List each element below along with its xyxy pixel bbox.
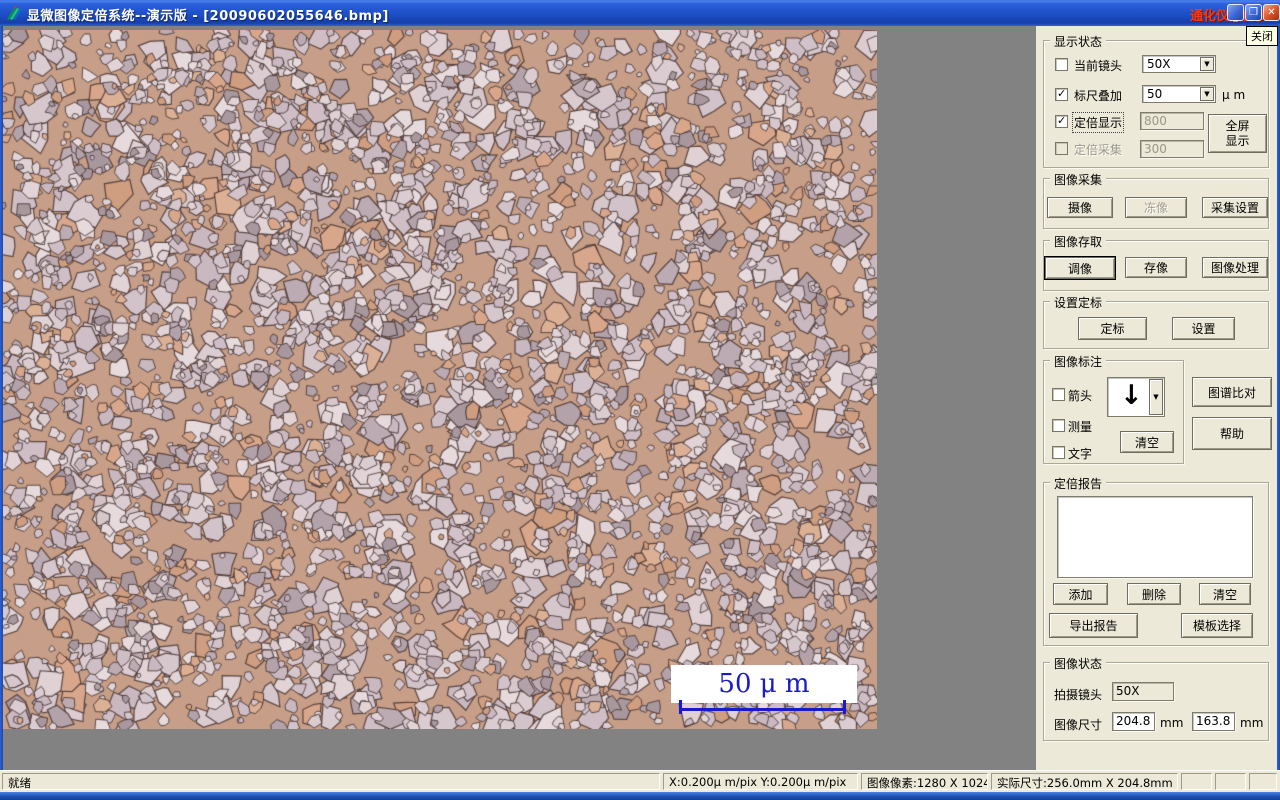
template-select-button[interactable]: 模板选择 (1181, 613, 1253, 638)
status-empty-1 (1181, 773, 1212, 790)
calib-settings-button[interactable]: 设置 (1172, 317, 1235, 340)
group-calibration: 设置 定标 (1043, 294, 1269, 349)
capture-settings-button[interactable]: 采集设置 (1202, 197, 1268, 218)
label-fixed-display: 定倍显示 (1071, 112, 1125, 133)
checkbox-text[interactable] (1052, 446, 1065, 459)
label-mm-1: mm (1160, 716, 1184, 730)
minimize-button[interactable]: _ (1227, 4, 1244, 21)
label-capture-lens: 拍摄镜头 (1054, 688, 1103, 702)
check-icon: ✓ (1057, 114, 1067, 127)
atlas-compare-button[interactable]: 图谱比对 (1192, 377, 1272, 407)
input-image-width: 204.8 (1112, 712, 1155, 731)
label-fixed-capture: 定倍采集 (1074, 143, 1123, 157)
input-image-height: 163.8 (1192, 712, 1235, 731)
status-bar: 就绪 X:0.200μ m/pix Y:0.200μ m/pix 图像像素:12… (0, 770, 1280, 792)
status-ready: 就绪 (2, 773, 660, 790)
report-clear-button[interactable]: 清空 (1199, 583, 1251, 605)
freeze-button: 冻像 (1125, 197, 1187, 218)
camera-button[interactable]: 摄像 (1047, 197, 1113, 218)
status-empty-2 (1215, 773, 1246, 790)
restore-button[interactable]: ❐ (1245, 4, 1262, 21)
dropdown-icon[interactable]: ▼ (1200, 87, 1214, 101)
checkbox-arrow[interactable] (1052, 388, 1065, 401)
label-text: 文字 (1068, 447, 1093, 461)
calibrate-button[interactable]: 定标 (1078, 317, 1147, 340)
scale-bar-tick-left (679, 700, 682, 714)
fullscreen-button[interactable]: 全屏 显示 (1208, 114, 1267, 153)
group-title: 图像采集 (1050, 171, 1107, 188)
group-title: 图像状态 (1050, 655, 1107, 672)
minimize-icon: _ (1233, 10, 1238, 22)
fullscreen-line2: 显示 (1225, 133, 1250, 148)
title-bar: 显微图像定倍系统--演示版 - [20090602055646.bmp] 通化仪… (0, 0, 1280, 26)
checkbox-scale-overlay[interactable]: ✓ (1055, 87, 1068, 101)
group-title: 设置定标 (1050, 294, 1107, 311)
window-border-bottom (0, 792, 1280, 800)
input-capture-lens: 50X (1112, 682, 1174, 701)
close-icon: ✕ (1267, 7, 1276, 18)
checkbox-measure[interactable] (1052, 419, 1065, 432)
scale-bar-line (679, 708, 846, 711)
dropdown-icon[interactable]: ▼ (1200, 57, 1214, 71)
clear-annotation-button[interactable]: 清空 (1120, 431, 1174, 453)
scale-bar-tick-right (843, 700, 846, 714)
status-actual-size: 实际尺寸:256.0mm X 204.8mm (991, 773, 1178, 790)
fullscreen-line1: 全屏 (1225, 118, 1250, 133)
scale-bar-label: 50 μ m (671, 665, 857, 703)
arrow-down-glyph-icon: ↓ (1120, 380, 1143, 411)
input-fixed-capture: 300 (1140, 140, 1204, 158)
label-image-size: 图像尺寸 (1054, 718, 1103, 732)
status-image-pixels: 图像像素:1280 X 1024 (861, 773, 988, 790)
label-current-lens: 当前镜头 (1074, 59, 1123, 73)
help-button[interactable]: 帮助 (1192, 417, 1272, 450)
label-scale-overlay: 标尺叠加 (1074, 89, 1123, 103)
combo-value: 50X (1147, 57, 1171, 71)
close-button[interactable]: ✕ (1263, 4, 1280, 21)
checkbox-current-lens[interactable] (1055, 58, 1068, 71)
report-listbox[interactable] (1057, 496, 1253, 578)
close-tooltip: 关闭 (1246, 26, 1278, 46)
group-title: 定倍报告 (1050, 475, 1107, 492)
group-title: 图像存取 (1050, 233, 1107, 250)
micrograph-image (3, 30, 877, 729)
report-add-button[interactable]: 添加 (1053, 583, 1108, 605)
dropdown-icon[interactable]: ▼ (1149, 379, 1163, 415)
arrow-style-combo[interactable]: ↓ ▼ (1107, 377, 1165, 417)
status-empty-3 (1249, 773, 1277, 790)
input-fixed-display: 800 (1140, 112, 1204, 130)
check-icon: ✓ (1057, 87, 1067, 100)
status-pixel-scale: X:0.200μ m/pix Y:0.200μ m/pix (663, 773, 858, 790)
restore-icon: ❐ (1249, 7, 1258, 18)
combo-scale-value[interactable]: 50 ▼ (1142, 85, 1216, 103)
label-arrow: 箭头 (1068, 389, 1093, 403)
save-image-button[interactable]: 存像 (1125, 257, 1187, 278)
group-title: 显示状态 (1050, 33, 1107, 50)
combo-current-lens[interactable]: 50X ▼ (1142, 55, 1216, 73)
label-measure: 测量 (1068, 420, 1093, 434)
label-mm-2: mm (1240, 716, 1264, 730)
app-icon (7, 6, 22, 20)
combo-value: 50 (1147, 87, 1163, 101)
checkbox-fixed-display[interactable]: ✓ (1055, 114, 1068, 128)
label-um-unit: μ m (1222, 88, 1246, 102)
checkbox-fixed-capture (1055, 142, 1068, 155)
group-title: 图像标注 (1050, 353, 1107, 370)
export-report-button[interactable]: 导出报告 (1049, 613, 1138, 638)
report-delete-button[interactable]: 删除 (1127, 583, 1181, 605)
load-image-button[interactable]: 调像 (1045, 257, 1115, 279)
window-title: 显微图像定倍系统--演示版 - [20090602055646.bmp] (27, 9, 389, 24)
image-process-button[interactable]: 图像处理 (1202, 257, 1268, 278)
